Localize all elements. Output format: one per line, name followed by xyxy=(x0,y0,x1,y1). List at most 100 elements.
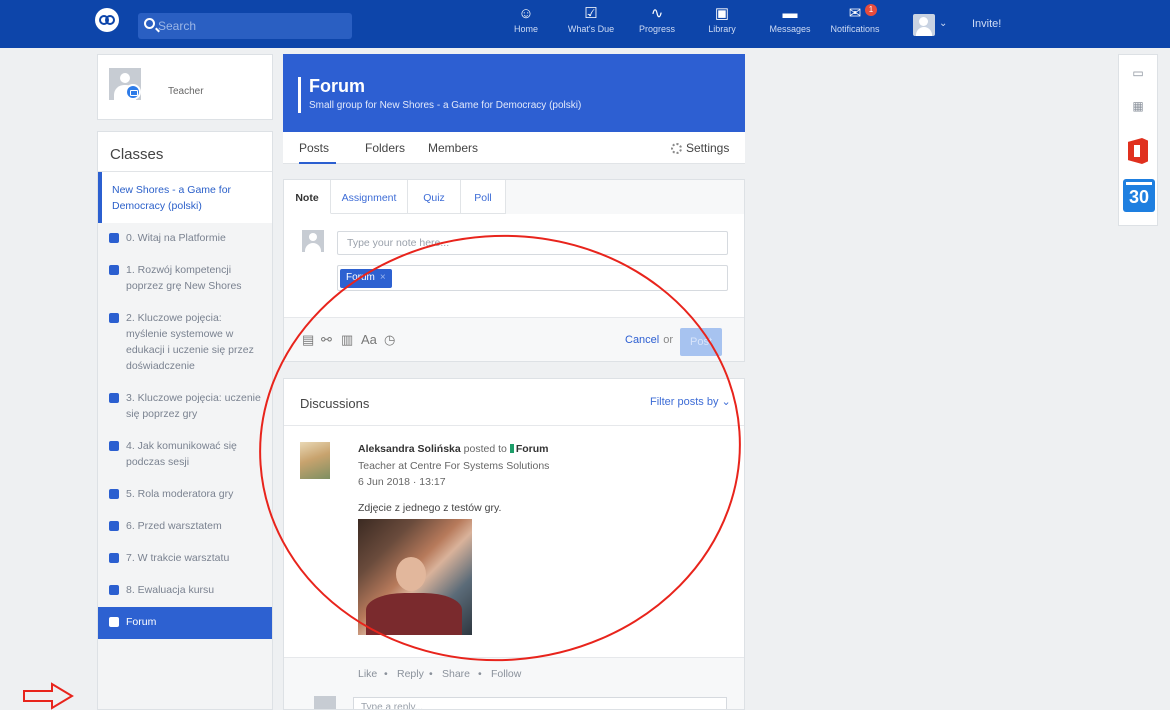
reply-button[interactable]: Reply xyxy=(397,668,424,680)
sidebar-item-forum[interactable]: Forum xyxy=(98,607,272,639)
tab-members[interactable]: Members xyxy=(428,141,478,155)
filter-label: Filter posts by xyxy=(650,396,719,408)
office-icon[interactable] xyxy=(1128,138,1148,164)
post-photo[interactable] xyxy=(358,519,472,635)
post-actions: Like • Reply • Share • Follow xyxy=(284,657,744,689)
sidebar-item-label: Forum xyxy=(126,616,157,628)
home-icon: ☺ xyxy=(518,5,534,22)
post-button[interactable]: Post xyxy=(680,328,722,356)
edmodo-logo-icon[interactable] xyxy=(95,8,119,32)
sidebar-group-active[interactable]: New Shores - a Game for Democracy (polsk… xyxy=(98,172,272,223)
recipient-chip[interactable]: Forum × xyxy=(340,269,392,288)
library-book-icon[interactable]: ▥ xyxy=(341,332,353,348)
sidebar-item[interactable]: 5. Rola moderatora gry xyxy=(98,479,272,511)
chat-icon: ▬ xyxy=(782,5,798,22)
sidebar-item-label: 6. Przed warsztatem xyxy=(126,520,222,532)
cancel-button[interactable]: Cancel xyxy=(625,334,659,346)
close-icon[interactable]: × xyxy=(380,272,386,283)
attach-file-icon[interactable]: ▤ xyxy=(302,332,314,348)
tab-assignment[interactable]: Assignment xyxy=(331,180,408,214)
author-avatar[interactable] xyxy=(300,442,330,479)
follow-button[interactable]: Follow xyxy=(491,668,521,680)
sidebar-item[interactable]: 2. Kluczowe pojęcia: myślenie systemowe … xyxy=(98,303,272,383)
discussions-panel: Discussions Filter posts by ⌄ Aleksandra… xyxy=(283,378,745,710)
sidebar-item-label: 0. Witaj na Platformie xyxy=(126,232,226,244)
active-tab-indicator xyxy=(299,162,336,164)
nav-messages[interactable]: ▬ Messages xyxy=(767,5,813,35)
user-avatar[interactable] xyxy=(913,14,935,36)
sidebar-item[interactable]: 0. Witaj na Platformie xyxy=(98,223,272,255)
schedule-clock-icon[interactable]: ◷ xyxy=(384,332,395,348)
tab-quiz[interactable]: Quiz xyxy=(408,180,461,214)
folder-icon xyxy=(109,233,119,243)
store-icon[interactable]: ▭ xyxy=(1119,66,1157,80)
sidebar-item[interactable]: 8. Ewaluacja kursu xyxy=(98,575,272,607)
sidebar-item[interactable]: 7. W trakcie warsztatu xyxy=(98,543,272,575)
sidebar-item[interactable]: 4. Jak komunikować się podczas sesji xyxy=(98,431,272,479)
sidebar-item-label: 3. Kluczowe pojęcia: uczenie się poprzez… xyxy=(126,392,261,420)
sidebar-item-label: 7. W trakcie warsztatu xyxy=(126,552,230,564)
nav-home[interactable]: ☺ Home xyxy=(513,5,539,35)
calendar-30-icon[interactable]: 30 xyxy=(1123,179,1155,212)
settings-button[interactable]: Settings xyxy=(671,141,729,155)
post-group-link[interactable]: Forum xyxy=(516,443,549,455)
group-subtitle[interactable]: Small group for New Shores - a Game for … xyxy=(309,100,581,111)
header-accent-bar xyxy=(298,77,301,113)
folder-icon xyxy=(109,313,119,323)
folder-icon xyxy=(109,489,119,499)
post-author-line: Aleksandra Solińska posted to Forum xyxy=(358,443,549,455)
sidebar-item-label: 1. Rozwój kompetencji poprzez grę New Sh… xyxy=(126,264,242,292)
sidebar-item-label: 5. Rola moderatora gry xyxy=(126,488,234,500)
red-arrow-annotation xyxy=(23,682,74,710)
tab-folders[interactable]: Folders xyxy=(365,141,405,155)
nav-library[interactable]: ▣ Library xyxy=(703,6,741,35)
link-icon[interactable]: ⚯ xyxy=(321,332,332,348)
camera-icon[interactable] xyxy=(125,84,141,100)
tab-poll[interactable]: Poll xyxy=(461,180,506,214)
tab-posts[interactable]: Posts xyxy=(299,141,329,155)
separator-dot: • xyxy=(429,668,433,680)
group-tabs: Posts Folders Members Settings xyxy=(283,132,745,164)
cancel-area: Cancel or xyxy=(625,334,673,346)
group-color-icon xyxy=(509,444,514,453)
tab-note[interactable]: Note xyxy=(284,180,331,214)
composer-footer: ▤ ⚯ ▥ Aa ◷ Cancel or Post xyxy=(284,317,744,361)
discussions-header: Discussions Filter posts by ⌄ xyxy=(284,379,744,426)
post-timestamp[interactable]: 6 Jun 2018 · 13:17 xyxy=(358,476,446,488)
nav-home-label: Home xyxy=(513,24,538,34)
filter-posts-dropdown[interactable]: Filter posts by ⌄ xyxy=(650,395,731,408)
invite-link[interactable]: Invite! xyxy=(972,18,1001,30)
folder-icon xyxy=(109,393,119,403)
search-input[interactable] xyxy=(158,13,348,39)
folder-icon xyxy=(109,521,119,531)
note-input[interactable] xyxy=(337,231,728,255)
sidebar-item-label: 4. Jak komunikować się podczas sesji xyxy=(126,440,237,468)
sidebar-item[interactable]: 6. Przed warsztatem xyxy=(98,511,272,543)
separator-dot: • xyxy=(478,668,482,680)
classes-panel: Classes New Shores - a Game for Democrac… xyxy=(97,131,273,710)
sidebar-item[interactable]: 1. Rozwój kompetencji poprzez grę New Sh… xyxy=(98,255,272,303)
profile-name[interactable]: Teacher xyxy=(168,86,204,97)
calendar-check-icon: ☑ xyxy=(584,5,598,22)
recipient-field[interactable]: Forum × xyxy=(337,265,728,291)
author-role: Teacher at Centre For Systems Solutions xyxy=(358,460,550,472)
classes-title: Classes xyxy=(98,132,272,172)
text-format-icon[interactable]: Aa xyxy=(361,332,377,347)
nav-progress[interactable]: ∿ Progress xyxy=(636,5,678,35)
like-button[interactable]: Like xyxy=(358,668,377,680)
apps-grid-icon[interactable]: ▦ xyxy=(1119,99,1157,113)
chevron-down-icon[interactable]: ⌄ xyxy=(939,18,947,29)
sidebar-item[interactable]: 3. Kluczowe pojęcia: uczenie się poprzez… xyxy=(98,383,272,431)
post-composer: Note Assignment Quiz Poll Forum × ▤ ⚯ ▥ A… xyxy=(283,179,745,362)
nav-notifications[interactable]: ✉ 1 Notifications xyxy=(828,4,882,34)
group-header: Forum Small group for New Shores - a Gam… xyxy=(283,54,745,132)
share-button[interactable]: Share xyxy=(442,668,470,680)
nav-whats-due[interactable]: ☑ What's Due xyxy=(566,5,616,35)
app-rail: ▭ ▦ 30 xyxy=(1118,54,1158,226)
separator-dot: • xyxy=(384,668,388,680)
reply-input[interactable] xyxy=(353,697,727,709)
or-text: or xyxy=(663,334,674,346)
pulse-icon: ∿ xyxy=(650,5,664,22)
search-box[interactable] xyxy=(138,13,352,39)
author-name[interactable]: Aleksandra Solińska xyxy=(358,443,461,455)
